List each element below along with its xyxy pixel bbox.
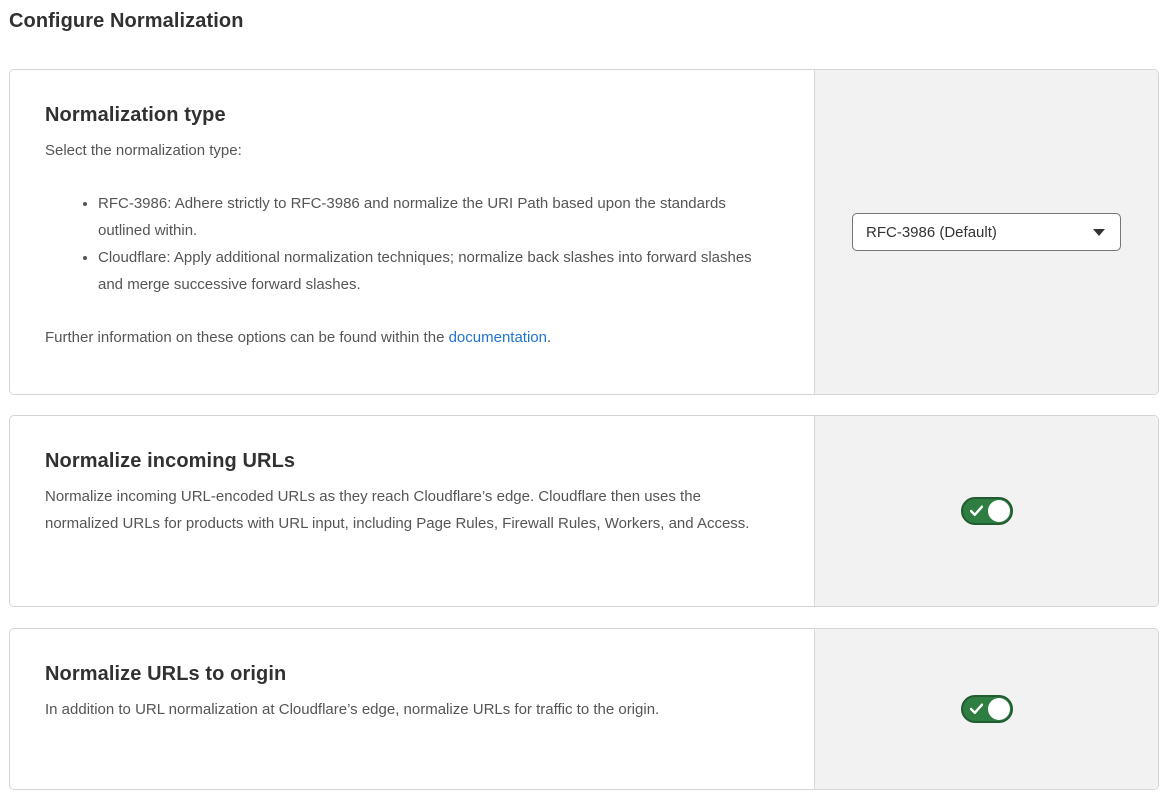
documentation-link[interactable]: documentation	[449, 329, 547, 346]
check-icon	[970, 506, 983, 517]
normalize-incoming-urls-toggle[interactable]	[961, 497, 1013, 525]
normalization-type-options-list: RFC-3986: Adhere strictly to RFC-3986 an…	[45, 190, 769, 298]
normalization-type-select-value: RFC-3986 (Default)	[866, 224, 997, 241]
normalize-incoming-urls-description: Normalize incoming URL-encoded URLs as t…	[45, 483, 769, 537]
toggle-knob	[988, 500, 1010, 522]
bullet-cloudflare: Cloudflare: Apply additional normalizati…	[98, 244, 758, 298]
normalization-type-intro: Select the normalization type:	[45, 137, 769, 164]
normalize-incoming-urls-heading: Normalize incoming URLs	[45, 450, 769, 473]
normalize-incoming-urls-content: Normalize incoming URLs Normalize incomi…	[10, 416, 814, 606]
further-information-suffix: .	[547, 329, 551, 346]
chevron-down-icon	[1093, 229, 1105, 236]
normalize-incoming-urls-card: Normalize incoming URLs Normalize incomi…	[9, 415, 1159, 607]
normalize-urls-to-origin-content: Normalize URLs to origin In addition to …	[10, 629, 814, 789]
normalize-urls-to-origin-card: Normalize URLs to origin In addition to …	[9, 628, 1159, 790]
toggle-knob	[988, 698, 1010, 720]
normalization-type-heading: Normalization type	[45, 104, 769, 127]
normalization-type-select[interactable]: RFC-3986 (Default)	[852, 213, 1121, 251]
check-icon	[970, 704, 983, 715]
normalize-incoming-urls-control-panel	[814, 416, 1158, 606]
normalize-urls-to-origin-heading: Normalize URLs to origin	[45, 663, 769, 686]
normalization-type-content: Normalization type Select the normalizat…	[10, 70, 814, 394]
further-information-prefix: Further information on these options can…	[45, 329, 449, 346]
page-title: Configure Normalization	[9, 10, 1159, 33]
normalize-urls-to-origin-control-panel	[814, 629, 1158, 789]
normalization-type-control-panel: RFC-3986 (Default)	[814, 70, 1158, 394]
configure-normalization-page: Configure Normalization Normalization ty…	[0, 0, 1167, 797]
normalize-urls-to-origin-toggle[interactable]	[961, 695, 1013, 723]
further-information-text: Further information on these options can…	[45, 324, 769, 351]
normalize-urls-to-origin-description: In addition to URL normalization at Clou…	[45, 696, 769, 723]
bullet-rfc-3986: RFC-3986: Adhere strictly to RFC-3986 an…	[98, 190, 758, 244]
normalization-type-card: Normalization type Select the normalizat…	[9, 69, 1159, 395]
